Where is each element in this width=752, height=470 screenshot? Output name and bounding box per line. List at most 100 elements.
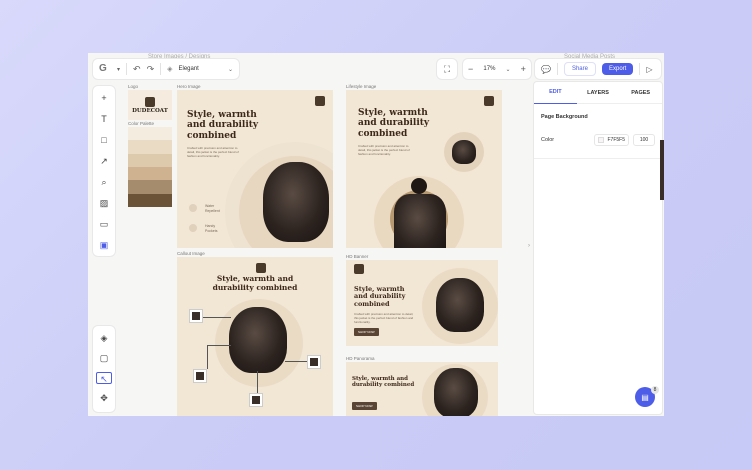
brand-mark-icon xyxy=(256,263,266,273)
detail-thumbnail xyxy=(193,369,207,383)
undo-icon[interactable]: ↶ xyxy=(133,64,141,75)
hero-card[interactable]: Style, warmth and durability combined Cr… xyxy=(177,90,333,248)
layers-icon[interactable]: ◈ xyxy=(96,332,112,344)
select-icon[interactable]: ↖ xyxy=(96,372,112,384)
hd-panorama-card[interactable]: Style, warmth and durability combined SH… xyxy=(346,362,498,416)
model-image xyxy=(394,194,446,248)
theme-select[interactable]: Elegant xyxy=(179,66,222,72)
divider xyxy=(639,63,641,75)
lifestyle-card[interactable]: Style, warmth and durability combined Cr… xyxy=(346,90,502,248)
jacket-image xyxy=(434,368,478,416)
callout-line xyxy=(285,361,307,362)
callout-label: Callout Image xyxy=(177,251,205,256)
zoom-in-icon[interactable]: + xyxy=(521,64,526,74)
fit-icon: ⛶ xyxy=(443,63,451,74)
lifestyle-body: Crafted with precision and attention to … xyxy=(358,144,410,157)
chevron-down-icon[interactable]: ⌄ xyxy=(228,66,233,73)
palette-swatch[interactable] xyxy=(128,140,172,154)
color-input[interactable]: F7F5F5 xyxy=(594,134,629,146)
callout-line xyxy=(257,371,258,393)
ai-icon[interactable]: ▣ xyxy=(96,239,112,251)
chevron-down-icon[interactable]: ▾ xyxy=(117,66,120,73)
theme-icon: ◈ xyxy=(167,66,173,73)
chevron-down-icon[interactable]: ⌄ xyxy=(506,66,511,73)
divider xyxy=(556,63,558,75)
top-left-toolbar: G ▾ ↶ ↷ ◈ Elegant ⌄ xyxy=(92,58,240,80)
export-button[interactable]: Export xyxy=(601,63,634,75)
text-icon[interactable]: T xyxy=(96,113,112,125)
brand-mark-icon xyxy=(315,96,325,106)
redo-icon[interactable]: ↷ xyxy=(147,64,155,75)
jacket-image xyxy=(452,140,476,164)
lifestyle-headline: Style, warmth and durability combined xyxy=(358,108,430,139)
color-row: Color F7F5F5 100 xyxy=(534,134,662,146)
palette-swatch[interactable] xyxy=(128,153,172,167)
fit-to-screen-button[interactable]: ⛶ xyxy=(436,58,458,80)
video-icon[interactable]: ▭ xyxy=(96,218,112,230)
comment-icon[interactable]: 💬 xyxy=(541,65,551,74)
brand-mark-icon xyxy=(145,96,155,107)
pocket-icon xyxy=(189,224,197,232)
feature-label: Handy Pockets xyxy=(205,224,218,233)
properties-panel: EDIT LAYERS PAGES Page Background Color … xyxy=(533,81,663,415)
editor-window: Store Images / Designs Social Media Post… xyxy=(88,53,664,416)
hd-banner-label: HD Banner xyxy=(346,254,369,259)
share-export-bar: 💬 Share Export ▷ xyxy=(534,58,662,80)
zoom-level[interactable]: 17% xyxy=(483,66,495,72)
palette-swatch[interactable] xyxy=(128,193,172,207)
palette-swatch[interactable] xyxy=(128,127,172,141)
shop-now-button[interactable]: SHOP NOW xyxy=(354,328,379,336)
jacket-image xyxy=(263,162,329,242)
color-swatch[interactable] xyxy=(598,137,605,143)
palette-swatch[interactable] xyxy=(128,180,172,194)
color-palette[interactable] xyxy=(128,127,172,207)
brand-name: DUDECOAT xyxy=(132,107,168,114)
chat-icon: ▤ xyxy=(641,392,649,402)
feature-label: Water Repellent xyxy=(205,204,220,213)
divider xyxy=(126,63,128,75)
square-icon[interactable]: □ xyxy=(96,134,112,146)
banner-headline: Style, warmth and durability combined xyxy=(354,285,406,308)
pen-icon[interactable]: ↗ xyxy=(96,155,112,167)
brand-logo-icon[interactable]: G xyxy=(99,63,111,75)
palette-label: Color Palette xyxy=(128,121,155,126)
palette-swatch[interactable] xyxy=(128,166,172,181)
move-icon[interactable]: ✥ xyxy=(96,392,112,404)
callout-card[interactable]: Style, warmth and durability combined xyxy=(177,257,333,416)
panorama-headline: Style, warmth and durability combined xyxy=(352,376,415,389)
plus-icon[interactable]: + xyxy=(96,92,112,104)
divider xyxy=(160,63,162,75)
hero-label: Hero Image xyxy=(177,84,201,89)
play-icon[interactable]: ▷ xyxy=(646,65,652,74)
notification-badge: 8 xyxy=(651,386,659,394)
zoom-out-icon[interactable]: − xyxy=(468,64,473,74)
hero-body: Crafted with precision and attention to … xyxy=(187,146,239,159)
logo-card[interactable]: DUDECOAT xyxy=(128,90,172,120)
banner-body: Crafted with precision and attention to … xyxy=(354,312,414,325)
tab-edit[interactable]: EDIT xyxy=(534,81,577,104)
lifestyle-label: Lifestyle Image xyxy=(346,84,377,89)
hd-banner-card[interactable]: Style, warmth and durability combined Cr… xyxy=(346,260,498,346)
shop-now-button[interactable]: SHOP NOW xyxy=(352,402,377,410)
jacket-image xyxy=(436,278,484,332)
opacity-input[interactable]: 100 xyxy=(633,134,655,146)
jacket-image xyxy=(229,307,287,373)
tab-pages[interactable]: PAGES xyxy=(619,82,662,104)
callout-line xyxy=(203,317,231,318)
callout-line xyxy=(207,345,208,369)
offscreen-card-edge xyxy=(660,140,664,200)
color-hex: F7F5F5 xyxy=(607,137,625,143)
collapse-panel-icon[interactable]: › xyxy=(528,243,532,255)
detail-thumbnail xyxy=(249,393,263,407)
detail-thumbnail xyxy=(307,355,321,369)
share-button[interactable]: Share xyxy=(563,62,596,76)
tab-layers[interactable]: LAYERS xyxy=(577,82,620,104)
panel-tabs: EDIT LAYERS PAGES xyxy=(534,82,662,104)
zoom-control: − 17% ⌄ + xyxy=(462,58,532,80)
callout-line xyxy=(207,345,231,346)
left-toolbar: + T □ ↗ ⌕ ▨ ▭ ▣ xyxy=(92,85,116,257)
frame-icon[interactable]: ▢ xyxy=(96,352,112,364)
brand-mark-icon xyxy=(354,264,364,274)
image-icon[interactable]: ▨ xyxy=(96,197,112,209)
shapes-icon[interactable]: ⌕ xyxy=(96,176,112,188)
